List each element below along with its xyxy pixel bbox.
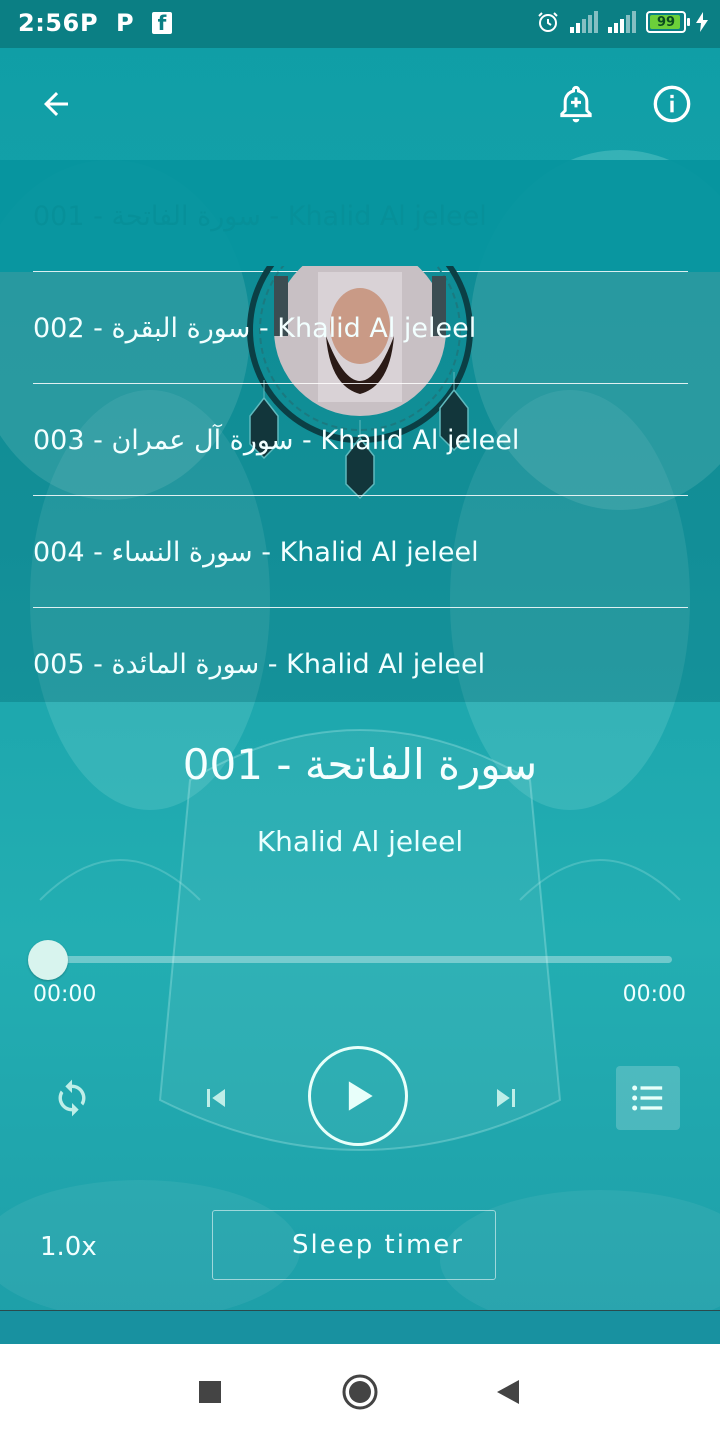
track-artist: Khalid Al jeleel <box>256 825 464 858</box>
playlist-item[interactable]: 005 - سورة المائدة - Khalid Al jeleel <box>0 608 720 720</box>
arrow-left-icon <box>44 92 68 116</box>
notification-p-icon: P <box>80 9 98 37</box>
playlist-toggle-button[interactable] <box>616 1066 680 1130</box>
playlist-item[interactable]: 004 - سورة النساء - Khalid Al jeleel <box>0 496 720 608</box>
seek-thumb[interactable] <box>28 940 68 980</box>
bell-plus-icon <box>560 85 592 123</box>
system-navigation-bar <box>0 1344 720 1440</box>
sleep-timer-button[interactable]: Sleep timer <box>212 1210 496 1280</box>
track-title: 001 - سورة الفاتحة <box>182 740 538 789</box>
elapsed-time: 00:00 <box>33 982 97 1007</box>
playlist-item-label: 004 - سورة النساء - Khalid Al jeleel <box>33 536 479 568</box>
info-button[interactable] <box>640 72 704 136</box>
playlist-item-label: 002 - سورة البقرة - Khalid Al jeleel <box>33 312 477 344</box>
playlist-item[interactable]: 002 - سورة البقرة - Khalid Al jeleel <box>0 272 720 384</box>
player-screen: 2:56 P P f 99 001 - سورة الفاتحة - Khali… <box>0 0 720 1344</box>
back-nav-button[interactable] <box>484 1368 532 1416</box>
seek-bar[interactable] <box>48 956 672 963</box>
recents-button[interactable] <box>186 1368 234 1416</box>
triangle-back-icon <box>497 1380 519 1404</box>
battery-level: 99 <box>656 14 676 30</box>
status-time: 2:56 <box>18 9 80 37</box>
alarm-icon <box>538 12 558 32</box>
repeat-icon <box>58 1079 86 1117</box>
notification-facebook-icon: f <box>152 12 172 34</box>
circle-home-icon <box>342 1374 378 1410</box>
skip-next-icon <box>497 1089 515 1107</box>
playlist-icon <box>632 1085 663 1111</box>
previous-button[interactable] <box>188 1070 244 1126</box>
signal-icon <box>608 11 636 33</box>
next-button[interactable] <box>478 1070 534 1126</box>
bottom-strip <box>0 1311 720 1344</box>
charging-icon <box>696 12 708 32</box>
notification-p-icon: P <box>116 9 134 37</box>
playlist-item-label: 003 - سورة آل عمران - Khalid Al jeleel <box>33 424 520 456</box>
play-button[interactable] <box>308 1046 408 1146</box>
status-right-group: 99 <box>536 10 708 34</box>
signal-icon <box>570 11 598 33</box>
repeat-button[interactable] <box>44 1070 100 1126</box>
add-alarm-button[interactable] <box>544 72 608 136</box>
playlist: 001 - سورة الفاتحة - Khalid Al jeleel 00… <box>0 160 720 702</box>
status-bar: 2:56 P P f 99 <box>0 0 720 48</box>
home-button[interactable] <box>336 1368 384 1416</box>
info-circle-icon <box>653 85 691 123</box>
battery-icon: 99 <box>646 11 690 33</box>
playlist-item[interactable]: 003 - سورة آل عمران - Khalid Al jeleel <box>0 384 720 496</box>
back-button[interactable] <box>24 72 88 136</box>
toolbar <box>0 48 720 160</box>
playlist-item[interactable]: 001 - سورة الفاتحة - Khalid Al jeleel <box>0 160 720 272</box>
play-icon <box>348 1081 373 1111</box>
total-time: 00:00 <box>622 982 686 1007</box>
square-icon <box>199 1381 221 1403</box>
playlist-item-label: 005 - سورة المائدة - Khalid Al jeleel <box>33 648 486 680</box>
moon-icon <box>246 1230 262 1260</box>
skip-previous-icon <box>207 1089 225 1107</box>
playback-speed[interactable]: 1.0x <box>40 1232 97 1262</box>
sleep-timer-label: Sleep timer <box>292 1230 464 1260</box>
playlist-item-label: 001 - سورة الفاتحة - Khalid Al jeleel <box>33 200 487 232</box>
